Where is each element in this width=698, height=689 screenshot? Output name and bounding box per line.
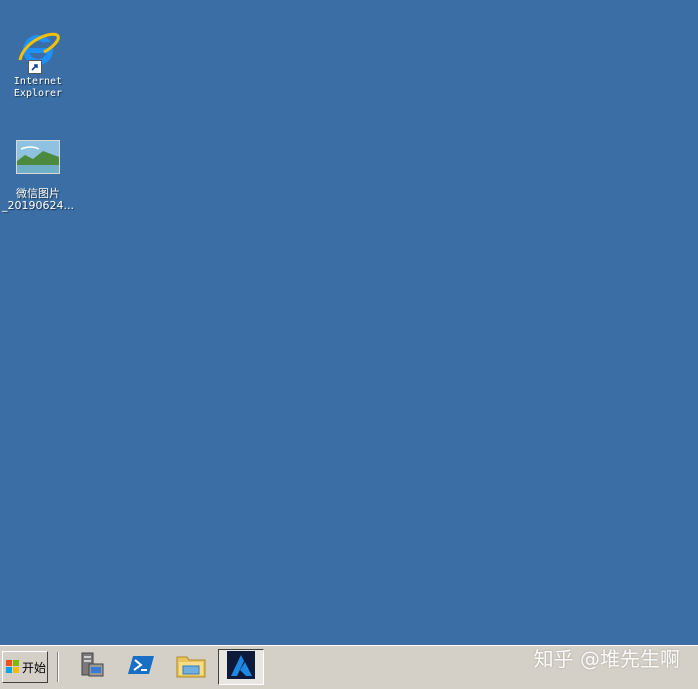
server-manager-icon	[76, 650, 106, 684]
desktop-icon-label: Internet Explorer	[13, 76, 63, 99]
file-explorer-icon	[175, 650, 207, 684]
taskbar-separator	[57, 652, 59, 682]
internet-explorer-icon	[14, 26, 62, 74]
desktop-icon-internet-explorer[interactable]: Internet Explorer	[0, 26, 76, 100]
desktop-icon-wechat-image[interactable]: 微信图片 _20190624...	[0, 138, 76, 212]
image-file-icon	[14, 138, 62, 186]
taskbar-button-server-manager[interactable]	[68, 649, 114, 685]
taskbar-button-file-explorer[interactable]	[168, 649, 214, 685]
desktop[interactable]: Internet Explorer 微信图片 _20190624...	[0, 0, 698, 645]
taskbar-button-app-a[interactable]	[218, 649, 264, 685]
taskbar-button-powershell[interactable]	[118, 649, 164, 685]
watermark: 知乎 @堆先生啊	[533, 647, 680, 671]
start-button[interactable]: 开始	[2, 651, 48, 683]
windows-logo-icon	[6, 660, 20, 674]
start-button-label: 开始	[22, 660, 47, 675]
powershell-icon	[126, 650, 156, 684]
shortcut-arrow-icon	[28, 60, 42, 74]
desktop-icon-label: 微信图片 _20190624...	[2, 187, 74, 212]
app-a-icon	[226, 650, 256, 684]
